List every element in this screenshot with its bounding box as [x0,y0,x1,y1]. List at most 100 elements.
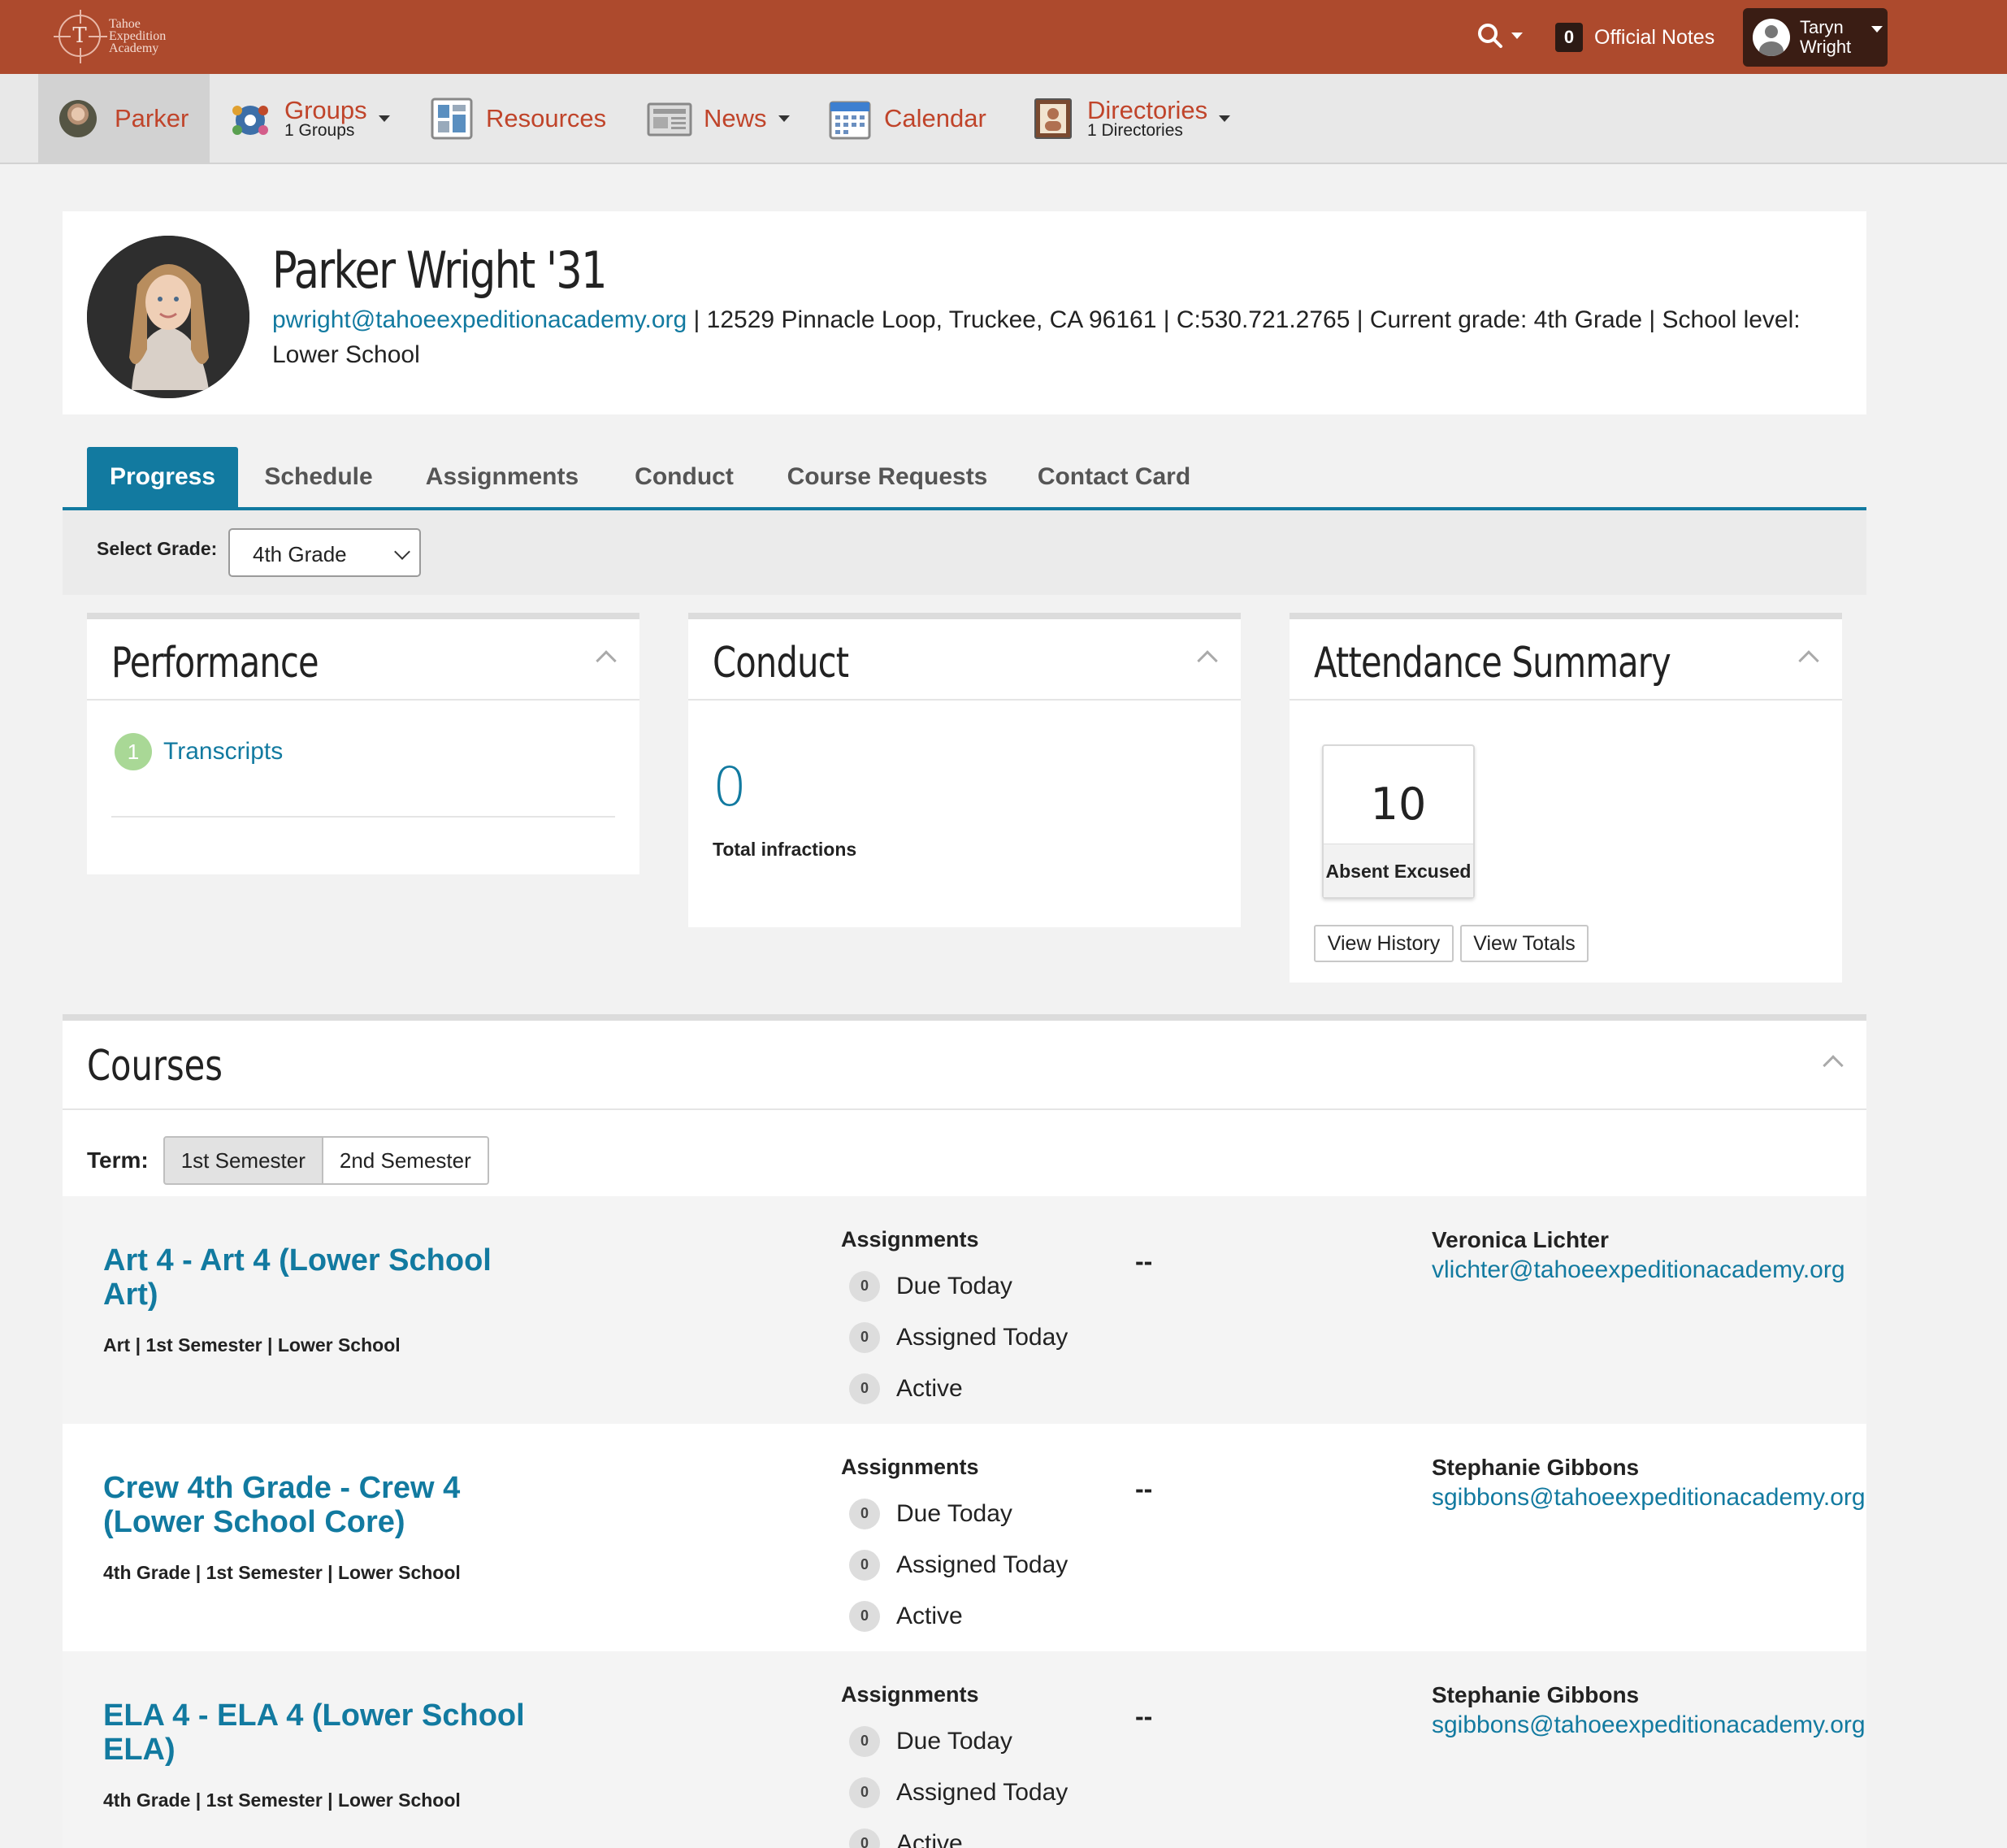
course-grade: -- [1135,1247,1153,1276]
active-item[interactable]: 0 Active [841,1363,1068,1414]
tab-conduct[interactable]: Conduct [623,447,745,507]
count-badge: 0 [849,1549,880,1581]
tab-progress[interactable]: Progress [87,447,238,507]
chevron-up-icon[interactable] [1823,1055,1844,1076]
active-item[interactable]: 0 Active [841,1590,1068,1642]
select-grade-label: Select Grade: [97,538,218,559]
term-2nd-semester[interactable]: 2nd Semester [323,1136,489,1185]
count-badge: 0 [849,1828,880,1848]
course-title-link[interactable]: Crew 4th Grade - Crew 4 (Lower School Co… [103,1471,526,1539]
total-infractions-value[interactable]: 0 [713,756,747,818]
course-meta: 4th Grade | 1st Semester | Lower School [103,1562,461,1583]
official-notes-button[interactable]: 0 Official Notes [1555,23,1714,52]
widget-title: Performance [111,639,319,688]
course-meta: 4th Grade | 1st Semester | Lower School [103,1789,461,1811]
student-email-link[interactable]: pwright@tahoeexpeditionacademy.org [272,306,687,333]
search-button[interactable] [1477,23,1523,49]
assignment-label: Due Today [896,1499,1012,1527]
search-icon [1478,24,1502,48]
assignment-label: Assigned Today [896,1323,1069,1351]
user-name: Taryn Wright [1800,17,1852,57]
performance-widget: Performance 1 Transcripts [87,613,639,874]
assignments-summary: Assignments 0 Due Today 0 Assigned Today 0… [841,1227,1068,1414]
course-row: Art 4 - Art 4 (Lower School Art) Art | 1… [63,1196,1866,1424]
nav-item-news[interactable]: News [647,74,790,163]
term-1st-semester[interactable]: 1st Semester [163,1136,323,1185]
top-header: T Tahoe Expedition Academy 0 Official No… [0,0,2007,74]
course-grade: -- [1135,1702,1153,1731]
view-totals-button[interactable]: View Totals [1460,925,1589,962]
chevron-down-icon [778,115,790,122]
chevron-up-icon[interactable] [1197,650,1218,671]
absent-excused-tile[interactable]: 10 Absent Excused [1322,744,1475,899]
courses-header: Courses [63,1021,1866,1110]
nav-item-parker[interactable]: Parker [38,74,210,163]
user-avatar-icon [1753,19,1790,56]
chevron-up-icon[interactable] [1798,650,1819,671]
nav-sublabel: 1 Directories [1087,120,1183,140]
grade-filter-bar: Select Grade: 4th Grade [63,510,1866,595]
due-today-item[interactable]: 0 Due Today [841,1716,1068,1767]
tab-schedule[interactable]: Schedule [258,447,379,507]
chevron-up-icon[interactable] [596,650,617,671]
assigned-today-item[interactable]: 0 Assigned Today [841,1767,1068,1818]
student-name: Parker Wright '31 [272,241,607,300]
teacher-email-link[interactable]: sgibbons@tahoeexpeditionacademy.org [1432,1484,1866,1512]
logo-text: Tahoe Expedition Academy [109,16,167,55]
course-grade: -- [1135,1474,1153,1503]
active-item[interactable]: 0 Active [841,1818,1068,1848]
assignment-label: Active [896,1374,963,1402]
teacher-email-link[interactable]: sgibbons@tahoeexpeditionacademy.org [1432,1711,1866,1739]
chevron-down-icon [378,115,390,122]
transcripts-label: Transcripts [163,738,284,765]
assignments-summary: Assignments 0 Due Today 0 Assigned Today 0… [841,1682,1068,1848]
term-selector: Term: 1st Semester 2nd Semester [87,1136,489,1185]
courses-panel: Courses Term: 1st Semester 2nd Semester … [63,1014,1866,1848]
chevron-down-icon [394,544,410,560]
course-title-link[interactable]: ELA 4 - ELA 4 (Lower School ELA) [103,1698,526,1767]
main-nav: Parker Groups 1 Groups Resources News Cal… [0,74,2007,164]
school-logo[interactable]: T Tahoe Expedition Academy [54,10,198,63]
nav-label: Groups [284,95,367,124]
teacher-name: Stephanie Gibbons [1432,1682,1640,1707]
user-menu-button[interactable]: Taryn Wright [1743,8,1888,67]
logo-mark: T [54,10,107,63]
due-today-item[interactable]: 0 Due Today [841,1488,1068,1539]
grade-select-value: 4th Grade [253,542,347,566]
transcripts-link[interactable]: 1 Transcripts [115,733,283,770]
assignment-label: Active [896,1829,963,1848]
count-badge: 0 [849,1725,880,1757]
teacher-email-link[interactable]: vlichter@tahoeexpeditionacademy.org [1432,1256,1845,1284]
tab-course-requests[interactable]: Course Requests [778,447,997,507]
course-meta: Art | 1st Semester | Lower School [103,1334,401,1356]
course-title-link[interactable]: Art 4 - Art 4 (Lower School Art) [103,1243,526,1312]
nav-label: Resources [486,103,607,132]
nav-label: Parker [115,103,189,132]
course-row: Crew 4th Grade - Crew 4 (Lower School Co… [63,1424,1866,1651]
nav-label: Calendar [884,103,986,132]
assigned-today-item[interactable]: 0 Assigned Today [841,1539,1068,1590]
nav-item-resources[interactable]: Resources [429,74,606,163]
nav-item-groups[interactable]: Groups 1 Groups [228,74,390,163]
assigned-today-item[interactable]: 0 Assigned Today [841,1312,1068,1363]
profile-card: Parker Wright '31 pwright@tahoeexpeditio… [63,211,1866,414]
assignment-label: Active [896,1602,963,1629]
widget-title: Conduct [713,639,849,688]
widget-header: Conduct [688,619,1241,701]
assignments-heading: Assignments [841,1455,979,1479]
total-infractions-label: Total infractions [713,839,857,860]
nav-label: Directories [1087,95,1208,124]
nav-item-directories[interactable]: Directories 1 Directories [1030,74,1231,163]
courses-title: Courses [87,1042,223,1091]
notes-count-badge: 0 [1555,23,1583,52]
tab-contact-card[interactable]: Contact Card [1026,447,1202,507]
nav-item-calendar[interactable]: Calendar [827,74,986,163]
grade-select[interactable]: 4th Grade [228,528,421,577]
transcripts-count-badge: 1 [115,733,152,770]
view-history-button[interactable]: View History [1314,925,1454,962]
widget-header: Performance [87,619,639,701]
tab-assignments[interactable]: Assignments [417,447,587,507]
due-today-item[interactable]: 0 Due Today [841,1260,1068,1312]
chevron-down-icon [1871,26,1883,33]
student-photo [87,236,249,398]
